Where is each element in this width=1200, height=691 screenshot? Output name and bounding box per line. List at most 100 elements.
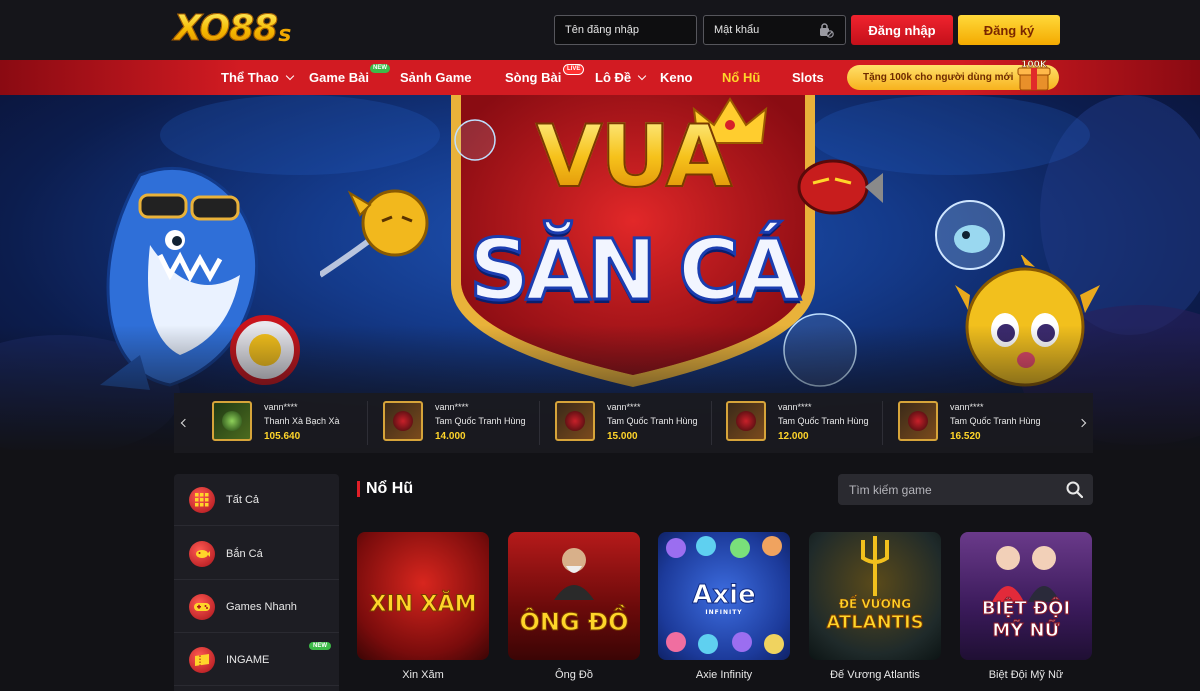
game-card-de-vuong-atlantis[interactable]: ĐẾ VƯƠNG ATLANTIS — [809, 532, 941, 660]
winner-item[interactable]: vann**** Tam Quốc Tranh Hùng 12.000 — [726, 401, 891, 445]
golden-fish — [320, 189, 429, 278]
game-thumbnail — [212, 401, 252, 441]
red-fish — [797, 159, 883, 215]
divider — [367, 401, 368, 445]
winner-game: Tam Quốc Tranh Hùng — [435, 416, 526, 426]
sidebar-item-ban-ca[interactable]: Bắn Cá — [174, 528, 339, 580]
winner-username: vann**** — [607, 402, 641, 412]
search-icon[interactable] — [1066, 481, 1083, 498]
nav-item-slots[interactable]: Slots — [792, 60, 824, 95]
winner-username: vann**** — [264, 402, 298, 412]
ticker-prev-button[interactable] — [174, 393, 196, 453]
chevron-down-icon — [637, 71, 647, 80]
winner-game: Thanh Xà Bạch Xà — [264, 416, 340, 426]
game-card-axie-infinity[interactable]: Axie INFINITY — [658, 532, 790, 660]
winner-amount: 14.000 — [435, 431, 466, 442]
game-logo-text: ĐẾ VƯƠNG — [838, 597, 912, 611]
game-logo-text: XIN XĂM — [369, 592, 477, 617]
nav-label: Keno — [660, 70, 693, 85]
winner-amount: 15.000 — [607, 431, 638, 442]
game-name: Ông Đồ — [555, 669, 593, 681]
winner-amount: 105.640 — [264, 431, 301, 442]
divider — [711, 401, 712, 445]
new-badge: NEW — [309, 642, 331, 650]
game-logo-subtext: INFINITY — [705, 609, 743, 616]
chevron-left-icon — [180, 418, 190, 428]
logo-suffix: s — [278, 21, 292, 47]
new-badge: NEW — [370, 64, 390, 73]
game-name: Biệt Đội Mỹ Nữ — [988, 669, 1064, 681]
top-header: XO88 s Đăng nhập Đăng ký — [0, 0, 1200, 60]
winner-game: Tam Quốc Tranh Hùng — [607, 416, 698, 426]
promo-label: Tặng 100k cho người dùng mới — [863, 72, 1014, 83]
winner-amount: 16.520 — [950, 431, 981, 442]
winner-username: vann**** — [950, 402, 984, 412]
nav-label: Slots — [792, 70, 824, 85]
game-card-xin-xam[interactable]: XIN XĂM — [357, 532, 489, 660]
winner-item[interactable]: vann**** Tam Quốc Tranh Hùng 15.000 — [555, 401, 720, 445]
trident-icon — [861, 536, 889, 596]
fish-shooter-icon — [189, 540, 215, 567]
username-input[interactable] — [554, 15, 697, 45]
nav-item-sanh-game[interactable]: Sảnh Game — [400, 60, 472, 95]
game-name: Axie Infinity — [695, 669, 753, 681]
nav-item-the-thao[interactable]: Thể Thao — [221, 60, 295, 95]
login-button[interactable]: Đăng nhập — [851, 15, 953, 45]
characters-figure — [992, 546, 1060, 602]
nav-label: Thể Thao — [221, 70, 279, 85]
lock-eye-icon[interactable] — [818, 22, 834, 38]
game-thumbnail — [898, 401, 938, 441]
chevron-right-icon — [1077, 418, 1087, 428]
winner-game: Tam Quốc Tranh Hùng — [950, 416, 1041, 426]
site-logo[interactable]: XO88 s — [173, 7, 292, 49]
nav-label: Sảnh Game — [400, 70, 472, 85]
sidebar-item-label: Games Nhanh — [226, 600, 297, 613]
winner-item[interactable]: vann**** Thanh Xà Bạch Xà 105.640 — [212, 401, 377, 445]
banner-title-line2: SĂN CÁ — [468, 220, 803, 321]
game-logo-subtext: MỸ NỮ — [992, 620, 1060, 641]
sidebar-item-tat-ca[interactable]: Tất Cả — [174, 474, 339, 526]
nav-item-lo-de[interactable]: Lô Đề — [595, 60, 647, 95]
sidebar-item-label: Tất Cả — [226, 493, 260, 506]
game-card-biet-doi-my-nu[interactable]: BIỆT ĐỘI MỸ NỮ — [960, 532, 1092, 660]
section-title-accent — [357, 481, 360, 497]
winner-amount: 12.000 — [778, 431, 809, 442]
nav-item-song-bai[interactable]: Sòng Bài — [505, 60, 561, 95]
nav-label: Lô Đề — [595, 70, 632, 85]
game-thumbnail — [726, 401, 766, 441]
game-logo-text: Axie — [692, 580, 756, 610]
sidebar-item-ingame[interactable]: INGAME NEW — [174, 634, 339, 686]
nav-label: Nổ Hũ — [722, 70, 761, 85]
section-title: Nổ Hũ — [366, 480, 414, 497]
nav-item-game-bai[interactable]: Game Bài — [309, 60, 369, 95]
game-search-input[interactable] — [838, 474, 1093, 505]
game-name: Đế Vương Atlantis — [830, 669, 920, 681]
grid-icon — [189, 486, 215, 513]
register-button[interactable]: Đăng ký — [958, 15, 1060, 45]
gift-box-icon: 100K — [1017, 60, 1051, 91]
winner-username: vann**** — [778, 402, 812, 412]
game-name: Xin Xăm — [402, 669, 444, 681]
sidebar-item-label: INGAME — [226, 653, 270, 666]
winner-item[interactable]: vann**** Tam Quốc Tranh Hùng 14.000 — [383, 401, 548, 445]
game-card-ong-do[interactable]: ÔNG ĐỒ — [508, 532, 640, 660]
winner-username: vann**** — [435, 402, 469, 412]
category-sidebar: Tất Cả Bắn Cá Games Nhanh INGAME NEW — [174, 474, 339, 691]
winner-game: Tam Quốc Tranh Hùng — [778, 416, 869, 426]
logo-text: XO88 — [173, 7, 278, 49]
bubble — [454, 119, 496, 161]
nav-item-no-hu[interactable]: Nổ Hũ — [722, 60, 760, 95]
sidebar-item-games-nhanh[interactable]: Games Nhanh — [174, 581, 339, 633]
nav-label: Sòng Bài — [505, 70, 562, 85]
gamepad-icon — [189, 593, 215, 620]
game-logo-text: BIỆT ĐỘI — [981, 598, 1071, 619]
old-man-figure — [554, 548, 594, 600]
sidebar-item-label: Bắn Cá — [226, 547, 263, 560]
divider — [539, 401, 540, 445]
winner-item[interactable]: vann**** Tam Quốc Tranh Hùng 16.520 — [898, 401, 1063, 445]
divider — [882, 401, 883, 445]
gift-label: 100K — [1021, 60, 1048, 70]
nav-item-keno[interactable]: Keno — [660, 60, 693, 95]
live-badge: LIVE — [563, 64, 585, 75]
ticker-next-button[interactable] — [1071, 393, 1093, 453]
